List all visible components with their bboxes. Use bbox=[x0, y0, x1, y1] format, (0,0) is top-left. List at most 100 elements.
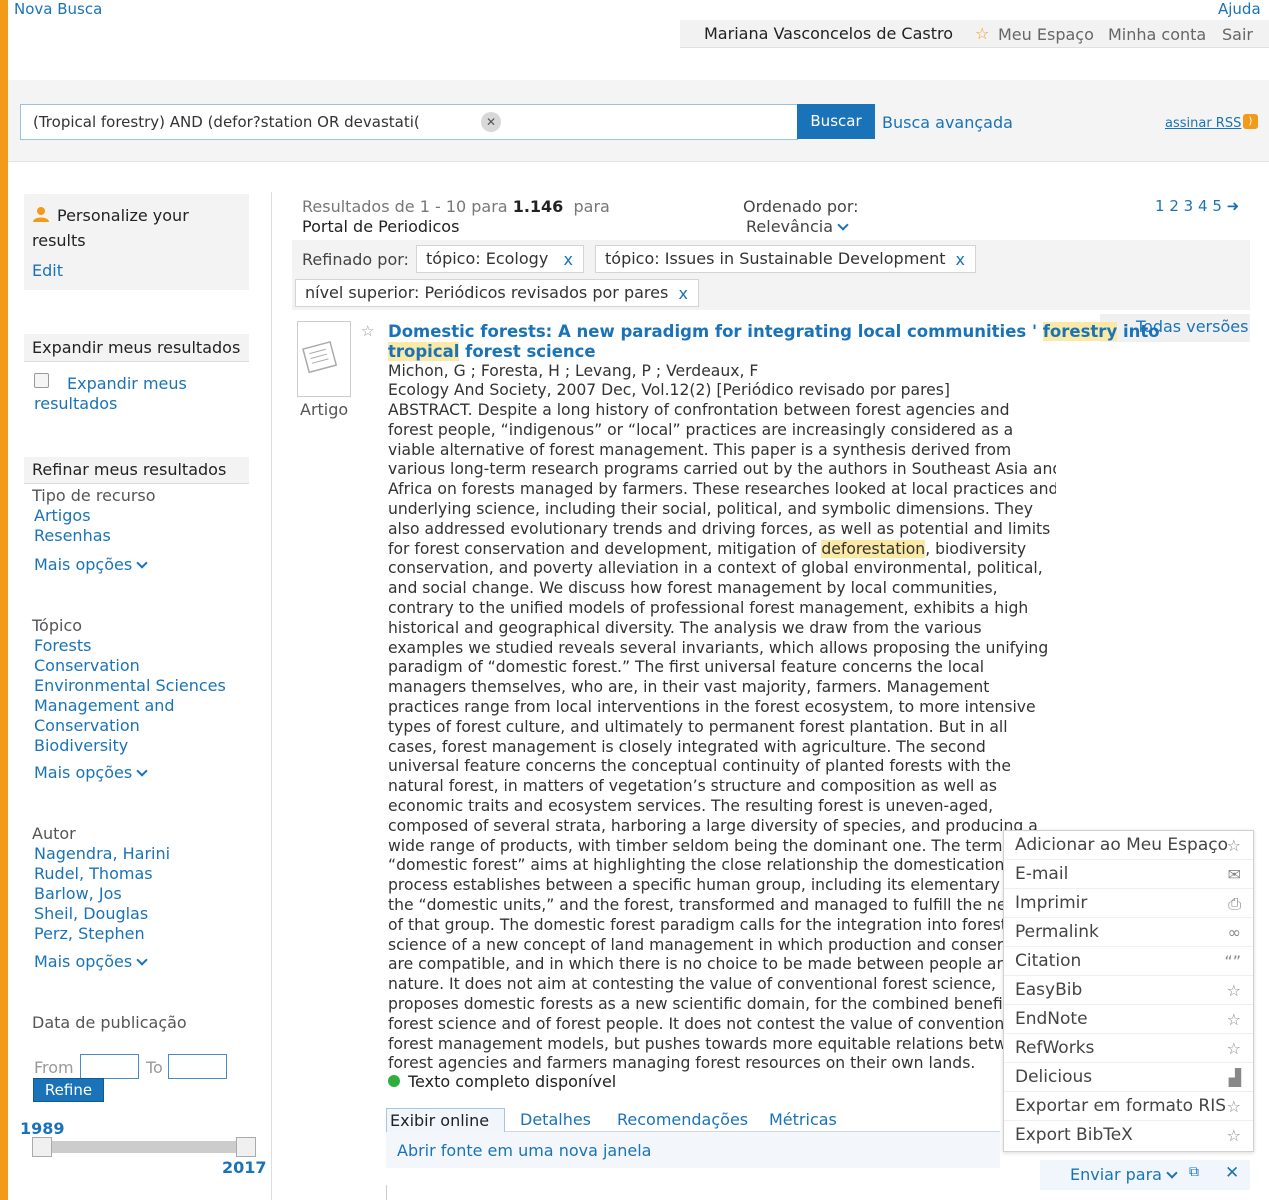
remove-filter-icon[interactable]: x bbox=[956, 247, 965, 273]
delicious-icon: ▟ bbox=[1228, 1068, 1241, 1087]
advanced-search-link[interactable]: Busca avançada bbox=[882, 113, 1013, 132]
date-slider-track[interactable] bbox=[40, 1141, 246, 1153]
new-window-icon[interactable]: ⧉ bbox=[1189, 1164, 1199, 1180]
more-options-link[interactable]: Mais opções bbox=[34, 763, 148, 782]
menu-item-permalink[interactable]: Permalink ∞ bbox=[1004, 918, 1253, 947]
menu-item-add-my-space[interactable]: Adicionar ao Meu Espaço ☆ bbox=[1004, 831, 1253, 860]
menu-item-export-ris[interactable]: Exportar em formato RIS ☆ bbox=[1004, 1092, 1253, 1121]
menu-item-citation[interactable]: Citation “” bbox=[1004, 947, 1253, 976]
facet-item[interactable]: Nagendra, Harini bbox=[34, 844, 170, 864]
facet-item[interactable]: Management and bbox=[34, 696, 175, 716]
tab-details[interactable]: Detalhes bbox=[520, 1110, 591, 1129]
refine-title: Refinar meus resultados bbox=[32, 460, 227, 479]
search-button[interactable]: Buscar bbox=[797, 104, 875, 139]
help-link[interactable]: Ajuda bbox=[1218, 0, 1261, 18]
chevron-down-icon bbox=[136, 765, 148, 777]
page-link[interactable]: 4 bbox=[1198, 197, 1208, 215]
results-scope: Portal de Periodicos bbox=[302, 217, 460, 236]
pub-date-label: Data de publicação bbox=[32, 1013, 187, 1032]
quote-icon: “” bbox=[1224, 952, 1241, 971]
max-year-label: 2017 bbox=[222, 1158, 267, 1177]
tab-recommendations[interactable]: Recomendações bbox=[617, 1110, 748, 1129]
document-icon bbox=[302, 340, 338, 374]
send-to-menu: Adicionar ao Meu Espaço ☆ E-mail ✉ Imprimi… bbox=[1003, 830, 1254, 1152]
facet-item[interactable]: Biodiversity bbox=[34, 736, 128, 756]
menu-item-export-bibtex[interactable]: Export BibTeX ☆ bbox=[1004, 1121, 1253, 1150]
my-account-link[interactable]: Minha conta bbox=[1108, 25, 1206, 44]
fulltext-status: Texto completo disponível bbox=[408, 1072, 617, 1091]
topic-label: Tópico bbox=[32, 616, 83, 635]
star-icon: ☆ bbox=[1226, 836, 1241, 855]
logout-link[interactable]: Sair bbox=[1222, 25, 1253, 44]
sort-dropdown[interactable]: Relevância bbox=[746, 217, 849, 236]
rss-link[interactable]: assinar RSS bbox=[1165, 116, 1241, 131]
facet-item[interactable]: Forests bbox=[34, 636, 91, 656]
page-link[interactable]: 5 bbox=[1212, 197, 1222, 215]
facet-item[interactable]: Resenhas bbox=[34, 526, 111, 546]
personalize-title-2: results bbox=[32, 231, 86, 250]
from-year-input[interactable] bbox=[80, 1054, 139, 1079]
menu-item-print[interactable]: Imprimir ⎙ bbox=[1004, 889, 1253, 918]
date-slider-min-handle[interactable] bbox=[32, 1137, 52, 1157]
menu-item-refworks[interactable]: RefWorks ☆ bbox=[1004, 1034, 1253, 1063]
facet-item[interactable]: Environmental Sciences bbox=[34, 676, 226, 696]
date-slider-max-handle[interactable] bbox=[236, 1137, 256, 1157]
menu-item-easybib[interactable]: EasyBib ☆ bbox=[1004, 976, 1253, 1005]
author-label: Autor bbox=[32, 824, 76, 843]
facet-item[interactable]: Conservation bbox=[34, 716, 140, 736]
record-authors: Michon, G ; Foresta, H ; Levang, P ; Ver… bbox=[388, 362, 759, 380]
expand-checkbox[interactable] bbox=[34, 373, 49, 388]
page-link[interactable]: 2 bbox=[1169, 197, 1179, 215]
printer-icon: ⎙ bbox=[1228, 894, 1241, 913]
search-input[interactable]: (Tropical forestry) AND (defor?station O… bbox=[33, 113, 463, 133]
page-link[interactable]: 3 bbox=[1184, 197, 1194, 215]
next-page-arrow-icon[interactable]: ➜ bbox=[1227, 197, 1240, 215]
clear-search-icon[interactable]: ✕ bbox=[481, 112, 501, 132]
chevron-down-icon bbox=[1166, 1167, 1178, 1179]
favorite-star-icon[interactable]: ☆ bbox=[361, 322, 374, 340]
close-icon[interactable]: ✕ bbox=[1225, 1163, 1239, 1183]
page-link[interactable]: 1 bbox=[1155, 197, 1165, 215]
chevron-down-icon bbox=[136, 557, 148, 569]
record-title[interactable]: Domestic forests: A new paradigm for int… bbox=[388, 322, 1160, 341]
record-title-2[interactable]: tropical forest science bbox=[388, 342, 596, 361]
to-year-input[interactable] bbox=[168, 1054, 227, 1079]
expand-label-2[interactable]: resultados bbox=[34, 394, 117, 414]
facet-item[interactable]: Conservation bbox=[34, 656, 140, 676]
facet-item[interactable]: Sheil, Douglas bbox=[34, 904, 148, 924]
open-source-link[interactable]: Abrir fonte em uma nova janela bbox=[397, 1141, 651, 1160]
star-icon: ☆ bbox=[1226, 1010, 1241, 1029]
remove-filter-icon[interactable]: x bbox=[679, 281, 688, 307]
expand-label[interactable]: Expandir meus bbox=[67, 374, 187, 394]
document-thumbnail[interactable] bbox=[297, 321, 351, 397]
min-year-label: 1989 bbox=[20, 1119, 65, 1138]
sort-label: Ordenado por: bbox=[743, 197, 859, 216]
tab-view-online[interactable]: Exibir online bbox=[386, 1108, 505, 1133]
tab-metrics[interactable]: Métricas bbox=[769, 1110, 837, 1129]
facet-item[interactable]: Rudel, Thomas bbox=[34, 864, 153, 884]
facet-item[interactable]: Artigos bbox=[34, 506, 91, 526]
chevron-down-icon bbox=[136, 954, 148, 966]
link-icon: ∞ bbox=[1227, 923, 1241, 942]
star-icon: ☆ bbox=[1226, 981, 1241, 1000]
new-search-link[interactable]: Nova Busca bbox=[14, 0, 102, 18]
remove-filter-icon[interactable]: x bbox=[564, 247, 573, 273]
filter-chip: tópico: Ecology x bbox=[416, 245, 584, 273]
filter-chip: tópico: Issues in Sustainable Developmen… bbox=[595, 245, 976, 273]
left-accent-bar bbox=[0, 0, 8, 1200]
send-to-dropdown[interactable]: Enviar para bbox=[1070, 1165, 1178, 1184]
envelope-icon: ✉ bbox=[1227, 865, 1241, 884]
my-space-link[interactable]: Meu Espaço bbox=[998, 25, 1094, 44]
personalize-edit-link[interactable]: Edit bbox=[32, 261, 63, 280]
menu-item-email[interactable]: E-mail ✉ bbox=[1004, 860, 1253, 889]
rss-icon[interactable]: ) bbox=[1243, 114, 1258, 129]
menu-item-endnote[interactable]: EndNote ☆ bbox=[1004, 1005, 1253, 1034]
refine-date-button[interactable]: Refine bbox=[33, 1078, 104, 1102]
facet-item[interactable]: Perz, Stephen bbox=[34, 924, 145, 944]
more-options-link[interactable]: Mais opções bbox=[34, 952, 148, 971]
personalize-title: Personalize your bbox=[57, 206, 189, 225]
record-type: Artigo bbox=[300, 400, 349, 419]
facet-item[interactable]: Barlow, Jos bbox=[34, 884, 122, 904]
more-options-link[interactable]: Mais opções bbox=[34, 555, 148, 574]
menu-item-delicious[interactable]: Delicious ▟ bbox=[1004, 1063, 1253, 1092]
